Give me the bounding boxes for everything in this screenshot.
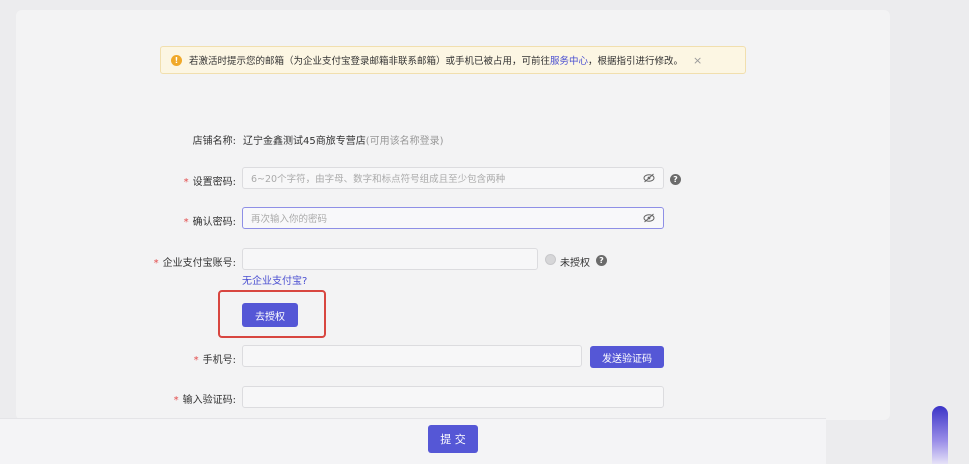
set-password-input[interactable]: 6~20个字符，由字母、数字和标点符号组成且至少包含两种	[242, 167, 664, 189]
service-center-link[interactable]: 服务中心	[550, 53, 588, 67]
help-icon[interactable]: ?	[670, 174, 681, 185]
notice-banner: ! 若激活时提示您的邮箱（为企业支付宝登录邮箱非联系邮箱）或手机已被占用，可前往…	[160, 46, 746, 74]
phone-input[interactable]	[242, 345, 582, 367]
notice-text-after: ，根据指引进行修改。	[588, 56, 684, 67]
auth-status-text: 未授权	[560, 258, 590, 269]
store-name-hint: (可用该名称登录)	[365, 136, 444, 147]
eye-hidden-icon[interactable]	[643, 173, 655, 183]
close-icon[interactable]: ×	[693, 54, 702, 67]
verification-code-label: * 输入验证码:	[173, 395, 236, 406]
authorize-button[interactable]: 去授权	[242, 303, 298, 327]
eye-hidden-icon[interactable]	[643, 213, 655, 223]
set-password-label: * 设置密码:	[183, 177, 236, 188]
store-name-label: 店铺名称:	[192, 136, 236, 147]
store-name-value: 辽宁金鑫测试45商旅专营店(可用该名称登录)	[243, 136, 444, 147]
alipay-account-label: * 企业支付宝账号:	[153, 258, 236, 269]
confirm-password-input[interactable]: 再次输入你的密码	[242, 207, 664, 229]
bottom-action-bar	[0, 418, 826, 464]
help-icon[interactable]: ?	[596, 255, 607, 266]
send-code-button[interactable]: 发送验证码	[590, 346, 664, 368]
confirm-password-label: * 确认密码:	[183, 217, 236, 228]
submit-button[interactable]: 提 交	[428, 425, 478, 453]
warning-icon: !	[171, 54, 182, 66]
no-alipay-link[interactable]: 无企业支付宝?	[242, 272, 307, 287]
confirm-password-placeholder: 再次输入你的密码	[251, 214, 328, 225]
set-password-placeholder: 6~20个字符，由字母、数字和标点符号组成且至少包含两种	[251, 174, 506, 185]
side-widget[interactable]	[932, 406, 948, 464]
auth-status-radio	[545, 254, 556, 265]
notice-text: 若激活时提示您的邮箱（为企业支付宝登录邮箱非联系邮箱）或手机已被占用，可前往	[189, 56, 551, 67]
phone-label: * 手机号:	[193, 355, 236, 366]
verification-code-input[interactable]	[242, 386, 664, 408]
alipay-account-input[interactable]	[242, 248, 538, 270]
